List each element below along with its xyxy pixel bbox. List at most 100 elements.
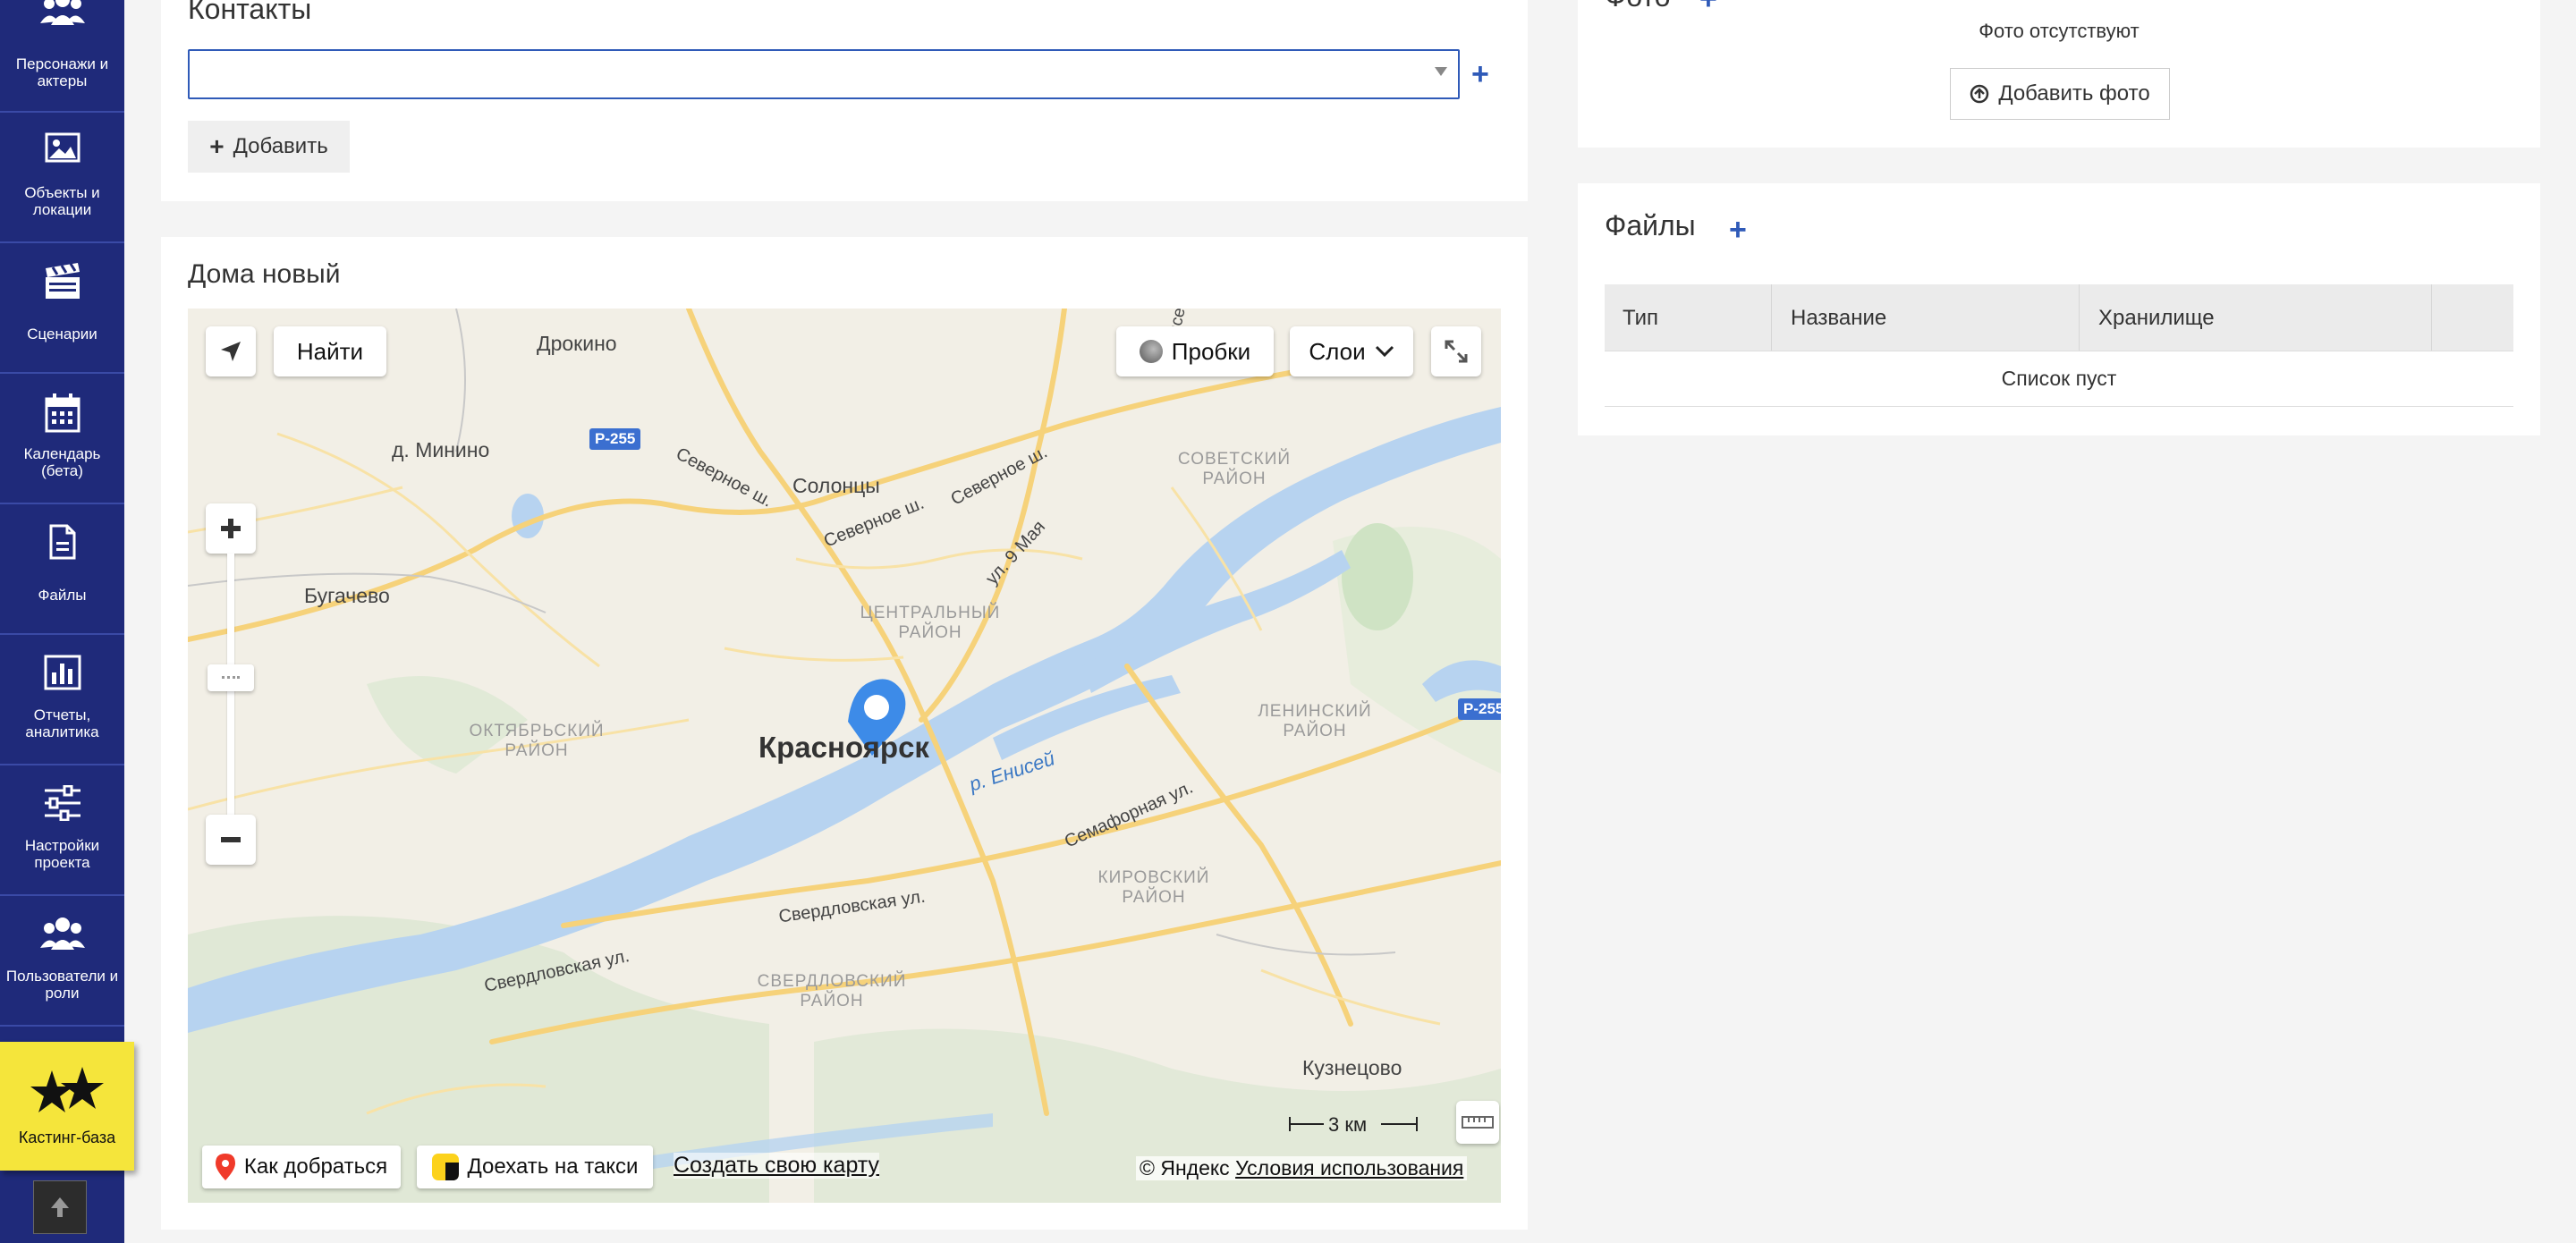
plus-icon: + bbox=[209, 132, 225, 160]
sidebar-item-label: Отчеты, аналитика bbox=[25, 706, 99, 740]
add-photo-plus-icon[interactable]: + bbox=[1699, 0, 1717, 14]
add-photo-button[interactable]: Добавить фото bbox=[1950, 68, 2170, 120]
add-contact-button[interactable]: + Добавить bbox=[188, 121, 350, 173]
sidebar-item-casting[interactable]: Кастинг-база bbox=[0, 1042, 134, 1171]
add-file-plus-icon[interactable]: + bbox=[1729, 215, 1747, 245]
minus-icon bbox=[221, 837, 241, 842]
sidebar-item-settings[interactable]: Настройки проекта bbox=[0, 765, 124, 896]
contacts-card bbox=[161, 0, 1528, 201]
taxi-button[interactable]: Доехать на такси bbox=[417, 1146, 653, 1188]
route-label: Как добраться bbox=[243, 1154, 388, 1179]
files-empty-text: Список пуст bbox=[1605, 351, 2513, 407]
traffic-label: Пробки bbox=[1171, 337, 1251, 365]
map-place-label: Кузнецово bbox=[1302, 1056, 1402, 1079]
layers-label: Слои bbox=[1309, 337, 1366, 365]
scroll-top-button[interactable] bbox=[33, 1180, 87, 1234]
map-place-label: Дрокино bbox=[537, 332, 617, 355]
sidebar-item-label: Пользователи и роли bbox=[5, 968, 119, 1002]
map-district-label: ЛЕНИНСКИЙ РАЙОН bbox=[1258, 702, 1372, 740]
sidebar-item-reports[interactable]: Отчеты, аналитика bbox=[0, 635, 124, 765]
map-district-label: СВЕРДЛОВСКИЙ РАЙОН bbox=[757, 972, 907, 1010]
image-icon bbox=[0, 132, 124, 175]
add-contact-plus-icon[interactable]: + bbox=[1471, 59, 1489, 89]
map-district-label: КИРОВСКИЙ РАЙОН bbox=[1097, 868, 1210, 907]
users-icon bbox=[0, 916, 124, 959]
sidebar-item-label: Настройки проекта bbox=[24, 837, 100, 871]
taxi-icon bbox=[431, 1154, 459, 1180]
column-header-type[interactable]: Тип bbox=[1623, 306, 1658, 331]
sliders-icon bbox=[0, 785, 124, 828]
traffic-icon bbox=[1139, 340, 1163, 363]
geolocation-button[interactable] bbox=[206, 326, 256, 376]
sidebar-item-label: Объекты и локации bbox=[24, 184, 100, 218]
zoom-slider-handle[interactable] bbox=[208, 664, 254, 691]
layers-button[interactable]: Слои bbox=[1290, 326, 1413, 376]
map-district-label: ЦЕНТРАЛЬНЫЙ РАЙОН bbox=[860, 604, 1001, 642]
ruler-icon bbox=[1462, 1116, 1494, 1129]
taxi-label: Доехать на такси bbox=[467, 1154, 639, 1179]
map-city-label: Красноярск bbox=[758, 731, 929, 764]
sidebar-item-label: Файлы bbox=[38, 587, 87, 604]
caret-down-icon bbox=[1435, 67, 1447, 76]
file-icon bbox=[0, 524, 124, 567]
map-section-title: Дома новый bbox=[188, 259, 341, 289]
users-icon bbox=[0, 0, 124, 34]
add-contact-label: Добавить bbox=[233, 134, 328, 158]
chevron-down-icon bbox=[1375, 345, 1394, 358]
scale-label: 3 км bbox=[1328, 1113, 1368, 1136]
clapperboard-icon bbox=[0, 263, 124, 306]
map-place-label: д. Минино bbox=[392, 438, 490, 461]
column-divider bbox=[2431, 284, 2432, 351]
sidebar: Персонажи и актеры Объекты и локации Сце… bbox=[0, 0, 134, 1243]
sidebar-item-characters[interactable]: Персонажи и актеры bbox=[0, 0, 124, 113]
column-divider bbox=[2079, 284, 2080, 351]
sidebar-item-label: Календарь (бета) bbox=[23, 445, 101, 479]
map-find-button[interactable]: Найти bbox=[274, 326, 386, 376]
upload-circle-icon bbox=[1970, 84, 1989, 104]
sidebar-item-label: Персонажи и актеры bbox=[15, 55, 109, 89]
create-map-link[interactable]: Создать свою карту bbox=[674, 1153, 880, 1179]
plus-icon bbox=[221, 519, 241, 538]
calendar-icon bbox=[0, 393, 124, 436]
road-badge: Р-255 bbox=[1458, 698, 1501, 720]
contacts-title: Контакты bbox=[188, 0, 312, 25]
location-arrow-icon bbox=[221, 342, 241, 361]
zoom-in-button[interactable] bbox=[206, 503, 256, 554]
sidebar-item-label: Кастинг-база bbox=[18, 1129, 116, 1146]
sidebar-item-calendar[interactable]: Календарь (бета) bbox=[0, 374, 124, 504]
column-header-name[interactable]: Название bbox=[1791, 306, 1886, 331]
copyright-text: © Яндекс bbox=[1140, 1156, 1230, 1180]
map-scale: 3 км bbox=[1288, 1113, 1419, 1136]
map-pin-icon bbox=[215, 1154, 235, 1180]
sidebar-item-scripts[interactable]: Сценарии bbox=[0, 243, 124, 374]
arrow-up-icon bbox=[51, 1197, 69, 1217]
add-photo-label: Добавить фото bbox=[1998, 81, 2150, 106]
zoom-out-button[interactable] bbox=[206, 815, 256, 865]
photo-empty-text: Фото отсутствуют bbox=[1979, 20, 2140, 42]
files-table-header: Тип Название Хранилище bbox=[1605, 284, 2513, 351]
column-header-storage[interactable]: Хранилище bbox=[2098, 306, 2215, 331]
stars-icon bbox=[0, 1063, 134, 1117]
map-view[interactable]: Дрокино д. Минино Солонцы Бугачево Кузне… bbox=[188, 309, 1501, 1203]
map-place-label: Солонцы bbox=[792, 474, 880, 497]
column-divider bbox=[1771, 284, 1772, 351]
files-title: Файлы bbox=[1605, 209, 1696, 241]
traffic-button[interactable]: Пробки bbox=[1116, 326, 1274, 376]
contacts-select[interactable] bbox=[188, 49, 1460, 99]
route-button[interactable]: Как добраться bbox=[202, 1146, 401, 1188]
ruler-button[interactable] bbox=[1456, 1101, 1499, 1144]
sidebar-item-objects[interactable]: Объекты и локации bbox=[0, 113, 124, 243]
fullscreen-button[interactable] bbox=[1431, 326, 1481, 376]
map-district-label: ОКТЯБРЬСКИЙ РАЙОН bbox=[469, 722, 605, 760]
map-place-label: Бугачево bbox=[304, 584, 390, 607]
sidebar-item-label: Сценарии bbox=[27, 326, 97, 342]
terms-link[interactable]: Условия использования bbox=[1235, 1156, 1463, 1180]
road-badge: Р-255 bbox=[589, 428, 641, 450]
bar-chart-icon bbox=[0, 655, 124, 698]
map-find-label: Найти bbox=[296, 337, 364, 365]
expand-icon bbox=[1445, 340, 1468, 363]
sidebar-item-users[interactable]: Пользователи и роли bbox=[0, 896, 124, 1027]
photo-title: Фото bbox=[1605, 0, 1671, 13]
map-district-label: СОВЕТСКИЙ РАЙОН bbox=[1177, 450, 1292, 488]
sidebar-item-files[interactable]: Файлы bbox=[0, 504, 124, 635]
